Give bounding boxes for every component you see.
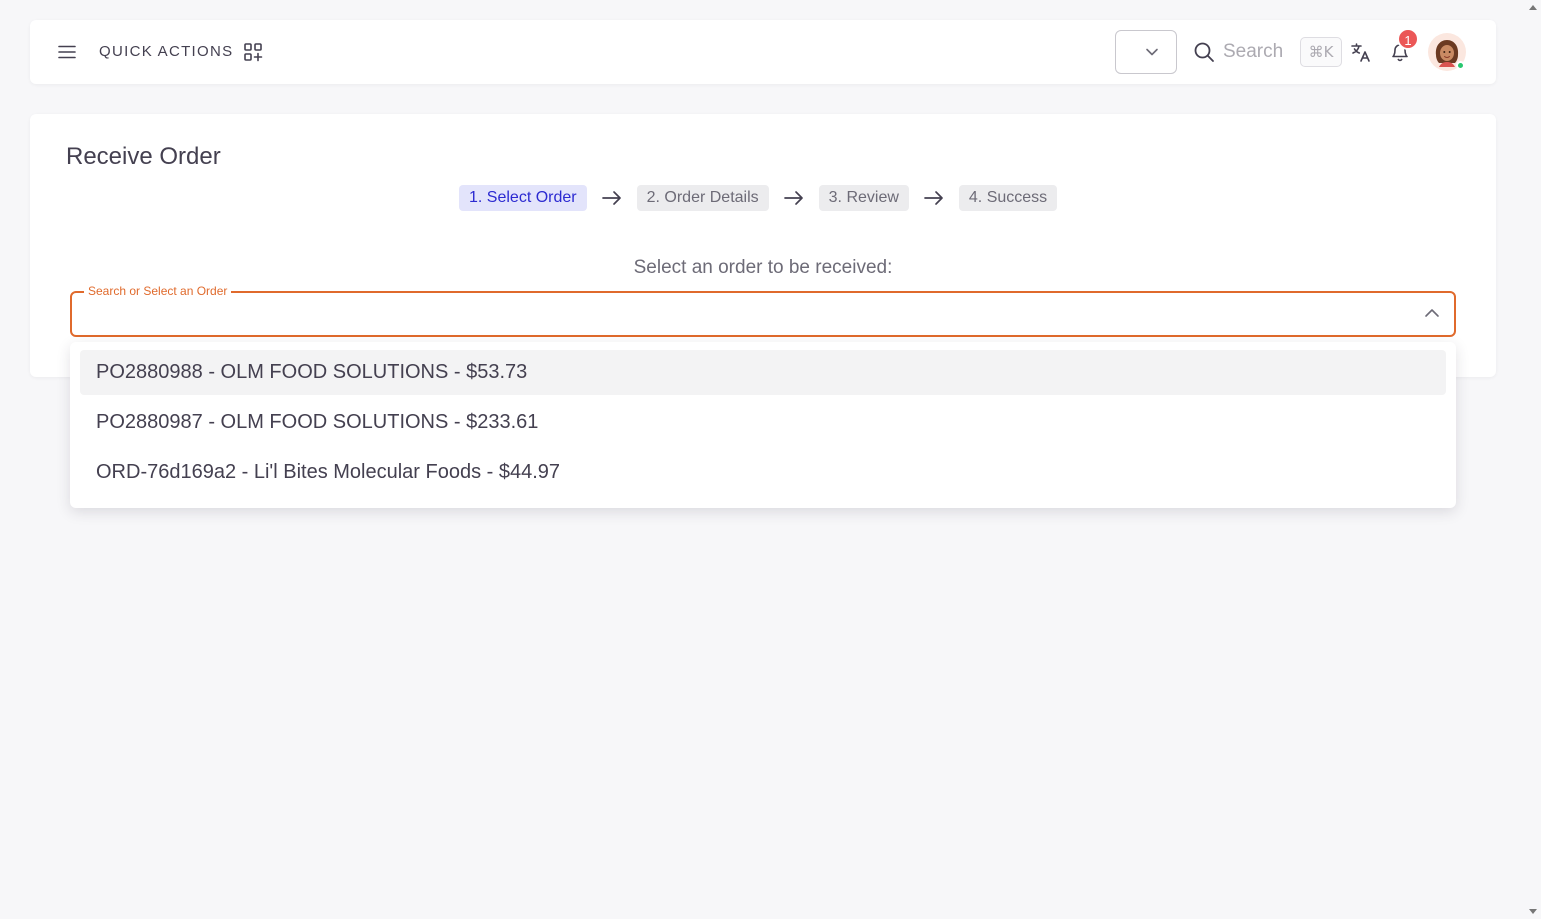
- receive-order-card: Receive Order 1. Select Order 2. Order D…: [30, 114, 1496, 377]
- step-review: 3. Review: [818, 185, 909, 211]
- search-icon[interactable]: [1193, 41, 1215, 63]
- arrow-right-icon: [769, 185, 819, 211]
- scroll-down-arrow[interactable]: [1529, 909, 1537, 914]
- stepper: 1. Select Order 2. Order Details 3. Revi…: [459, 185, 1058, 211]
- order-option[interactable]: PO2880987 - OLM FOOD SOLUTIONS - $233.61: [80, 400, 1446, 445]
- menu-icon[interactable]: [57, 42, 77, 62]
- page-title: Receive Order: [66, 143, 221, 170]
- online-status-dot: [1456, 61, 1465, 70]
- search-button[interactable]: Search: [1223, 40, 1283, 64]
- chevron-up-icon[interactable]: [1424, 306, 1440, 324]
- top-navbar: QUICK ACTIONS Search ⌘K 1: [30, 20, 1496, 84]
- quick-actions-button[interactable]: QUICK ACTIONS: [99, 42, 233, 62]
- step-order-details: 2. Order Details: [636, 185, 769, 211]
- notification-count-badge: 1: [1397, 28, 1419, 50]
- arrow-right-icon: [587, 185, 637, 211]
- order-dropdown-menu: PO2880988 - OLM FOOD SOLUTIONS - $53.73 …: [70, 342, 1456, 508]
- step-success: 4. Success: [958, 185, 1058, 211]
- scroll-up-arrow[interactable]: [1529, 5, 1537, 10]
- translate-icon[interactable]: [1350, 41, 1372, 63]
- instruction-text: Select an order to be received:: [633, 257, 893, 278]
- user-avatar[interactable]: [1428, 33, 1466, 71]
- order-select-field[interactable]: Search or Select an Order: [70, 284, 1456, 337]
- page-scrollbar[interactable]: [1525, 0, 1541, 919]
- order-option[interactable]: ORD-76d169a2 - Li'l Bites Molecular Food…: [80, 450, 1446, 495]
- step-select-order: 1. Select Order: [459, 185, 587, 211]
- navbar-select[interactable]: [1115, 30, 1177, 74]
- grid-plus-icon[interactable]: [243, 42, 263, 62]
- order-option[interactable]: PO2880988 - OLM FOOD SOLUTIONS - $53.73: [80, 350, 1446, 395]
- order-select-label: Search or Select an Order: [84, 284, 232, 298]
- order-search-input[interactable]: [86, 301, 1406, 327]
- arrow-right-icon: [909, 185, 959, 211]
- chevron-down-icon: [1146, 48, 1158, 56]
- page: QUICK ACTIONS Search ⌘K 1 Receive Order …: [0, 0, 1541, 919]
- search-shortcut-badge: ⌘K: [1300, 37, 1342, 67]
